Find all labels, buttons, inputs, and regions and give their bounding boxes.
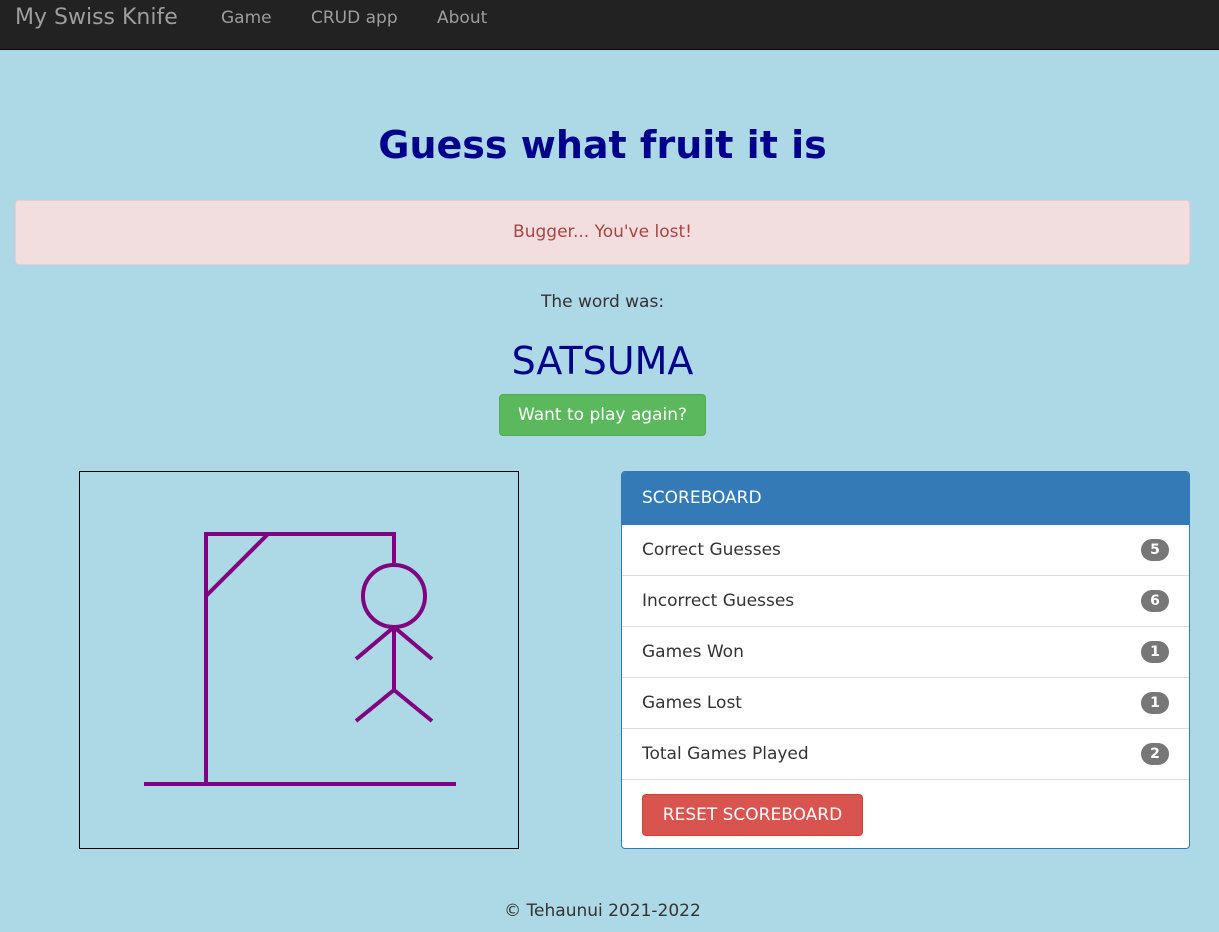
brand-link[interactable]: My Swiss Knife [15, 5, 178, 31]
play-again-button[interactable]: Want to play again? [499, 394, 706, 436]
scoreboard-heading: SCOREBOARD [622, 472, 1189, 525]
page-title: Guess what fruit it is [378, 123, 827, 167]
score-row-incorrect-guesses: Incorrect Guesses 6 [622, 576, 1189, 627]
score-label: Total Games Played [642, 744, 809, 764]
hangman-right-arm [392, 625, 434, 661]
score-row-total-games: Total Games Played 2 [622, 729, 1189, 780]
nav-link-crud-app[interactable]: CRUD app [311, 8, 398, 28]
score-row-games-lost: Games Lost 1 [622, 678, 1189, 729]
score-badge: 6 [1141, 590, 1169, 612]
hangman-left-leg [354, 688, 396, 723]
scoreboard-panel: SCOREBOARD Correct Guesses 5 Incorrect G… [621, 471, 1190, 849]
score-label: Games Won [642, 642, 744, 662]
footer-copyright: © Tehaunui 2021-2022 [504, 901, 701, 921]
score-label: Correct Guesses [642, 540, 781, 560]
nav-link-about[interactable]: About [437, 8, 487, 28]
hangman-head [361, 563, 427, 629]
revealed-word: SATSUMA [511, 339, 694, 383]
hangman-left-arm [354, 625, 396, 661]
hangman-right-leg [392, 688, 434, 723]
score-badge: 1 [1141, 641, 1169, 663]
gallows-brace [204, 532, 270, 598]
score-label: Incorrect Guesses [642, 591, 795, 611]
hangman-canvas [79, 471, 519, 849]
score-badge: 2 [1141, 743, 1169, 765]
score-badge: 1 [1141, 692, 1169, 714]
nav-link-game[interactable]: Game [221, 8, 272, 28]
reset-scoreboard-button[interactable]: RESET SCOREBOARD [642, 794, 863, 836]
score-badge: 5 [1141, 539, 1169, 561]
score-row-games-won: Games Won 1 [622, 627, 1189, 678]
word-label: The word was: [540, 292, 665, 312]
navbar: My Swiss Knife Game CRUD app About [0, 0, 1219, 50]
hangman-drawing [144, 532, 456, 786]
score-row-correct-guesses: Correct Guesses 5 [622, 525, 1189, 576]
lost-alert: Bugger... You've lost! [15, 200, 1190, 265]
score-label: Games Lost [642, 693, 742, 713]
